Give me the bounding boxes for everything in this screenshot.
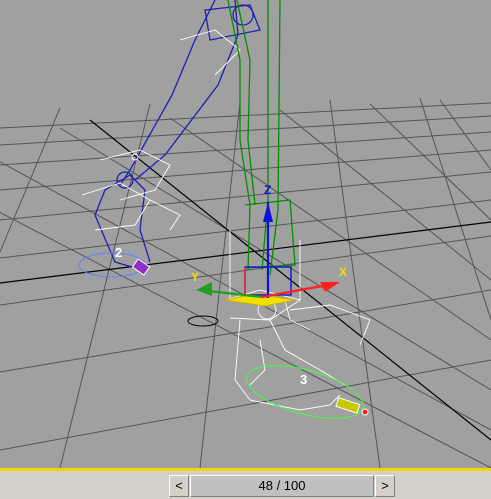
- next-frame-button[interactable]: >: [375, 475, 395, 497]
- viewport-scene[interactable]: 2 3 Z X Y: [0, 0, 491, 468]
- right-foot-label: 3: [300, 372, 307, 387]
- right-footstep[interactable]: [241, 355, 368, 429]
- ground-helper-circle: [187, 315, 219, 327]
- gizmo-x-label: X: [339, 265, 347, 279]
- left-leg-helpers: [81, 29, 241, 231]
- perspective-viewport[interactable]: 2 3 Z X Y: [0, 0, 491, 468]
- application-window: 2 3 Z X Y < 48 / 100 >: [0, 0, 491, 499]
- right-leg-bones[interactable]: [227, 0, 296, 276]
- left-foot-label: 2: [115, 245, 122, 260]
- gizmo-y-label: Y: [191, 270, 199, 284]
- frame-counter: 48 / 100: [258, 478, 306, 493]
- previous-frame-button[interactable]: <: [169, 475, 189, 497]
- time-slider-thumb[interactable]: 48 / 100: [190, 475, 374, 497]
- gizmo-z-label: Z: [264, 183, 271, 197]
- right-foot-helpers: [224, 230, 371, 411]
- left-foot-gizmo[interactable]: [131, 258, 151, 276]
- time-slider-bar: < 48 / 100 >: [0, 468, 491, 499]
- transform-gizmo[interactable]: Z X Y: [191, 183, 347, 307]
